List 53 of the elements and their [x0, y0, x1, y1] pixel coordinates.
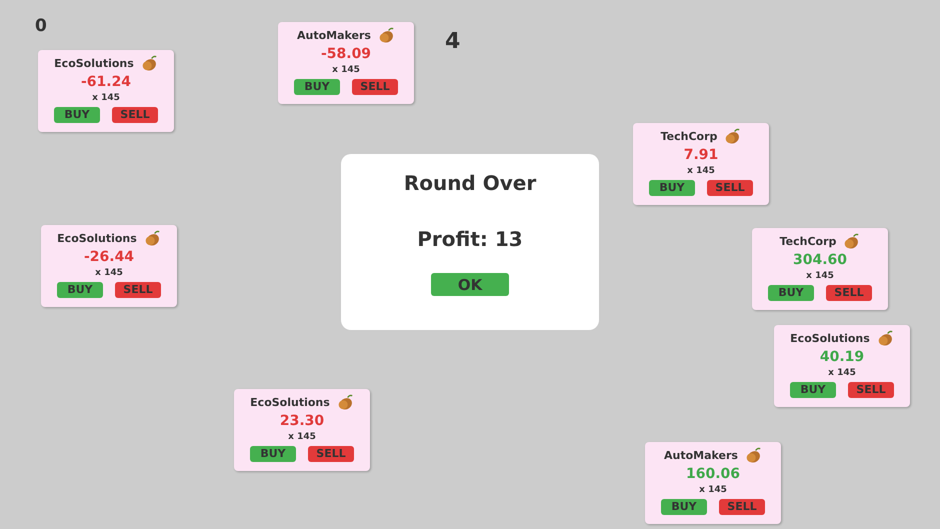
stock-name: EcoSolutions: [250, 396, 330, 408]
buy-button[interactable]: BUY: [54, 107, 100, 123]
stock-name: EcoSolutions: [54, 56, 134, 70]
ok-button[interactable]: OK: [431, 273, 509, 296]
round-counter: 4: [445, 29, 460, 54]
stock-name: TechCorp: [780, 234, 836, 248]
nut-icon: [744, 446, 762, 464]
stock-quantity: x 145: [95, 267, 123, 280]
nut-icon: [142, 229, 161, 247]
sell-button[interactable]: SELL: [826, 285, 872, 301]
stock-price: -61.24: [80, 73, 132, 91]
stock-quantity: x 145: [332, 64, 360, 77]
stock-quantity: x 145: [687, 165, 715, 178]
profit-text: Profit: 13: [417, 227, 523, 251]
sell-button[interactable]: SELL: [719, 499, 765, 515]
stock-quantity: x 145: [828, 367, 856, 380]
stock-price: -26.44: [84, 248, 134, 266]
dialog-title: Round Over: [404, 171, 536, 195]
nut-icon: [723, 127, 742, 145]
stock-name: AutoMakers: [664, 448, 738, 462]
sell-button[interactable]: SELL: [308, 446, 354, 462]
nut-icon: [876, 329, 894, 347]
stock-price: 23.30: [280, 412, 324, 430]
buy-button[interactable]: BUY: [790, 382, 836, 398]
buy-button[interactable]: BUY: [661, 499, 707, 515]
stock-quantity: x 145: [92, 92, 120, 105]
stock-name: AutoMakers: [297, 28, 371, 42]
sell-button[interactable]: SELL: [707, 180, 753, 196]
stock-name: EcoSolutions: [57, 232, 137, 244]
stock-quantity: x 145: [699, 484, 727, 497]
buy-button[interactable]: BUY: [57, 282, 103, 298]
nut-icon: [140, 54, 158, 72]
buy-button[interactable]: BUY: [250, 446, 296, 462]
sell-button[interactable]: SELL: [112, 107, 158, 123]
buy-button[interactable]: BUY: [294, 79, 340, 95]
stock-name: TechCorp: [660, 130, 718, 142]
nut-icon: [842, 232, 860, 250]
stock-quantity: x 145: [806, 270, 834, 283]
buy-button[interactable]: BUY: [649, 180, 695, 196]
stock-price: 160.06: [686, 465, 740, 483]
sell-button[interactable]: SELL: [115, 282, 161, 298]
score-counter: 0: [35, 16, 47, 36]
stock-quantity: x 145: [288, 431, 316, 444]
stock-price: 40.19: [820, 348, 864, 366]
stock-price: 304.60: [792, 251, 848, 269]
nut-icon: [376, 26, 395, 44]
sell-button[interactable]: SELL: [352, 79, 398, 95]
stock-price: 7.91: [684, 146, 718, 164]
stock-price: -58.09: [320, 45, 372, 63]
stock-name: EcoSolutions: [790, 332, 870, 344]
buy-button[interactable]: BUY: [768, 285, 814, 301]
sell-button[interactable]: SELL: [848, 382, 894, 398]
nut-icon: [336, 393, 354, 411]
